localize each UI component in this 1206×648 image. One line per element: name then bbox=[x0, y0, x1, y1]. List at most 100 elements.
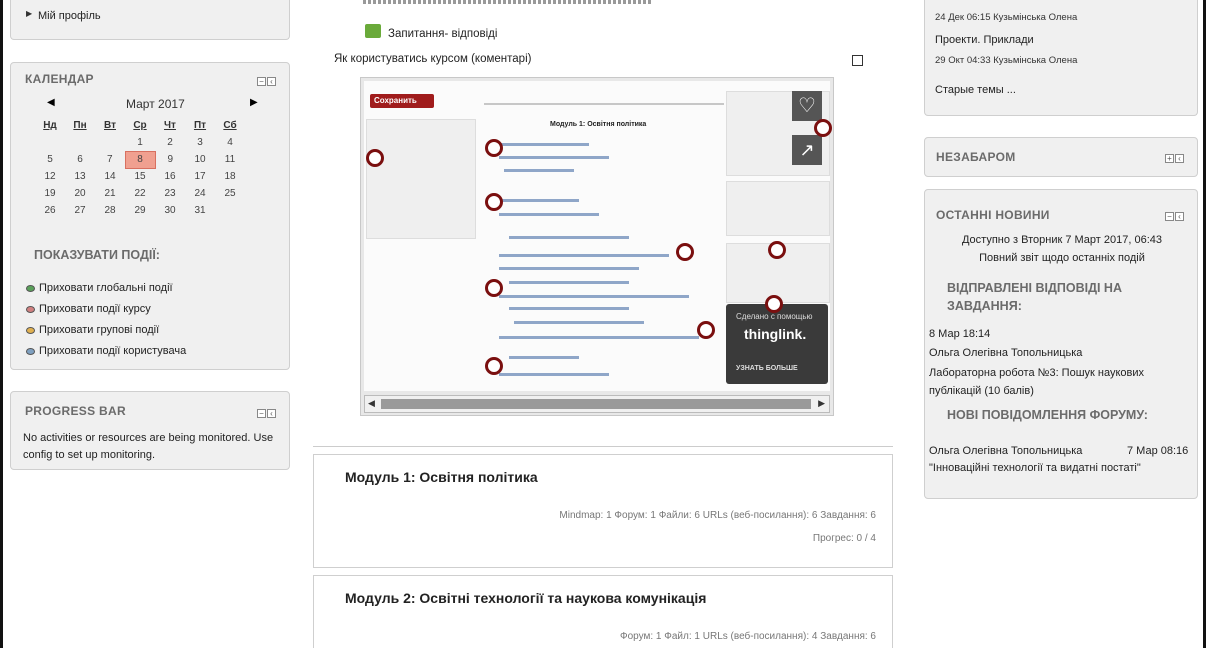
full-report-link[interactable]: Повний звіт щодо останніх подій bbox=[925, 252, 1199, 264]
calendar-day[interactable]: 7 bbox=[95, 151, 125, 168]
hotspot-marker[interactable] bbox=[485, 279, 503, 297]
weekday-label: Пт bbox=[193, 120, 207, 131]
calendar-day[interactable]: 15 bbox=[125, 168, 155, 185]
next-month-arrow[interactable]: ▶ bbox=[250, 97, 258, 108]
event-filter-link[interactable]: Приховати події курсу bbox=[26, 303, 151, 315]
calendar-day[interactable]: 27 bbox=[65, 202, 95, 219]
mini-link bbox=[509, 281, 629, 284]
scroll-left-icon[interactable]: ◀ bbox=[368, 398, 375, 409]
calendar-day[interactable]: 18 bbox=[215, 168, 245, 185]
hotspot-marker[interactable] bbox=[366, 149, 384, 167]
calendar-day[interactable]: 3 bbox=[185, 134, 215, 151]
hotspot-marker[interactable] bbox=[697, 321, 715, 339]
prev-month-arrow[interactable]: ◀ bbox=[47, 97, 55, 108]
event-filter-link[interactable]: Приховати глобальні події bbox=[26, 282, 173, 294]
calendar-day[interactable]: 6 bbox=[65, 151, 95, 168]
mini-link bbox=[499, 336, 699, 339]
post-title-link[interactable]: "Інноваційні технології та видатні поста… bbox=[929, 462, 1141, 474]
calendar-day[interactable]: 13 bbox=[65, 168, 95, 185]
save-button[interactable]: Сохранить bbox=[370, 94, 434, 108]
calendar-day[interactable]: 12 bbox=[35, 168, 65, 185]
calendar-day[interactable]: 10 bbox=[185, 151, 215, 168]
mini-link bbox=[499, 213, 599, 216]
mini-link bbox=[499, 254, 669, 257]
calendar-day[interactable]: 30 bbox=[155, 202, 185, 219]
mini-link bbox=[499, 143, 589, 146]
arrow-right-icon: ▶ bbox=[26, 9, 33, 18]
mini-link bbox=[509, 236, 629, 239]
calendar-day[interactable]: 8 bbox=[124, 150, 156, 169]
dock-icon[interactable]: ‹ bbox=[1175, 212, 1184, 221]
weekday-label: Чт bbox=[164, 120, 176, 131]
submission-task-link[interactable]: Лабораторна робота №3: Пошук наукових пу… bbox=[929, 364, 1169, 400]
calendar-day[interactable]: 1 bbox=[125, 134, 155, 151]
my-profile-link[interactable]: Мій профіль bbox=[38, 10, 101, 22]
weekday-label: Вт bbox=[104, 120, 116, 131]
calendar-day[interactable]: 24 bbox=[185, 185, 215, 202]
calendar-day[interactable]: 20 bbox=[65, 185, 95, 202]
hotspot-marker[interactable] bbox=[765, 295, 783, 313]
dock-icon[interactable]: ‹ bbox=[267, 409, 276, 418]
event-filter-label: Приховати групові події bbox=[39, 324, 160, 336]
top-link-partial bbox=[363, 0, 653, 4]
calendar-day[interactable]: 31 bbox=[185, 202, 215, 219]
block-controls: − ‹ bbox=[1165, 212, 1184, 221]
calendar-day[interactable]: 26 bbox=[35, 202, 65, 219]
hotspot-marker[interactable] bbox=[485, 193, 503, 211]
calendar-day[interactable]: 5 bbox=[35, 151, 65, 168]
usage-label: Як користуватись курсом (коментарі) bbox=[334, 53, 532, 65]
calendar-day[interactable]: 9 bbox=[155, 151, 185, 168]
calendar-day[interactable]: 16 bbox=[155, 168, 185, 185]
expand-icon[interactable]: + bbox=[1165, 154, 1174, 163]
dock-icon[interactable]: ‹ bbox=[1175, 154, 1184, 163]
progress-message: No activities or resources are being mon… bbox=[23, 432, 274, 461]
module-title[interactable]: Модуль 2: Освітні технології та наукова … bbox=[345, 590, 706, 606]
learn-more-link[interactable]: УЗНАТЬ БОЛЬШЕ bbox=[736, 365, 798, 372]
collapse-icon[interactable]: − bbox=[257, 409, 266, 418]
thinglink-logo: thinglink. bbox=[744, 326, 807, 342]
calendar-day[interactable]: 14 bbox=[95, 168, 125, 185]
hotspot-marker[interactable] bbox=[676, 243, 694, 261]
scroll-right-icon[interactable]: ▶ bbox=[818, 398, 825, 409]
calendar-day[interactable]: 11 bbox=[215, 151, 245, 168]
window-border-left bbox=[0, 0, 3, 648]
dock-icon[interactable]: ‹ bbox=[267, 77, 276, 86]
horizontal-scrollbar[interactable]: ◀ ▶ bbox=[364, 395, 830, 413]
calendar-day[interactable]: 23 bbox=[155, 185, 185, 202]
upcoming-block: НЕЗАБАРОМ + ‹ bbox=[924, 137, 1198, 177]
thinglink-image[interactable]: Сохранить Модуль 1: Освітня політика ♡ ↗… bbox=[364, 81, 832, 391]
forum-heading: НОВІ ПОВІДОМЛЕННЯ ФОРУМУ: bbox=[947, 408, 1148, 422]
module-title[interactable]: Модуль 1: Освітня політика bbox=[345, 469, 538, 485]
calendar-day[interactable]: 22 bbox=[125, 185, 155, 202]
done-checkbox[interactable] bbox=[852, 55, 863, 66]
calendar-month[interactable]: Март 2017 bbox=[126, 97, 185, 111]
calendar-day[interactable]: 28 bbox=[95, 202, 125, 219]
older-topics-link[interactable]: Старые темы ... bbox=[935, 84, 1016, 96]
hotspot-marker[interactable] bbox=[485, 139, 503, 157]
submitted-heading: ВІДПРАВЛЕНІ ВІДПОВІДІ НА ЗАВДАННЯ: bbox=[947, 281, 1122, 313]
submission-author: Ольга Олегівна Топольницька bbox=[929, 347, 1083, 359]
calendar-day[interactable]: 29 bbox=[125, 202, 155, 219]
share-button[interactable]: ↗ bbox=[792, 135, 822, 165]
event-filter-link[interactable]: Приховати групові події bbox=[26, 324, 159, 336]
calendar-day[interactable]: 19 bbox=[35, 185, 65, 202]
thinglink-badge[interactable]: Сделано с помощью thinglink. УЗНАТЬ БОЛЬ… bbox=[726, 304, 828, 384]
hotspot-marker[interactable] bbox=[768, 241, 786, 259]
collapse-icon[interactable]: − bbox=[257, 77, 266, 86]
calendar-day[interactable]: 17 bbox=[185, 168, 215, 185]
post-title-link[interactable]: Проекти. Приклади bbox=[935, 34, 1034, 46]
module-progress: Прогрес: 0 / 4 bbox=[812, 533, 876, 544]
thinglink-embed[interactable]: Сохранить Модуль 1: Освітня політика ♡ ↗… bbox=[360, 77, 834, 416]
calendar-day[interactable]: 4 bbox=[215, 134, 245, 151]
hotspot-marker[interactable] bbox=[485, 357, 503, 375]
calendar-day[interactable]: 21 bbox=[95, 185, 125, 202]
hotspot-marker[interactable] bbox=[814, 119, 832, 137]
calendar-day[interactable]: 25 bbox=[215, 185, 245, 202]
qa-forum-link[interactable]: Запитання- відповіді bbox=[388, 28, 497, 40]
heart-button[interactable]: ♡ bbox=[792, 91, 822, 121]
scroll-thumb[interactable] bbox=[381, 399, 811, 409]
event-filter-link[interactable]: Приховати події користувача bbox=[26, 345, 186, 357]
calendar-day[interactable]: 2 bbox=[155, 134, 185, 151]
calendar-week: 19 20 21 22 23 24 25 bbox=[35, 185, 245, 202]
collapse-icon[interactable]: − bbox=[1165, 212, 1174, 221]
